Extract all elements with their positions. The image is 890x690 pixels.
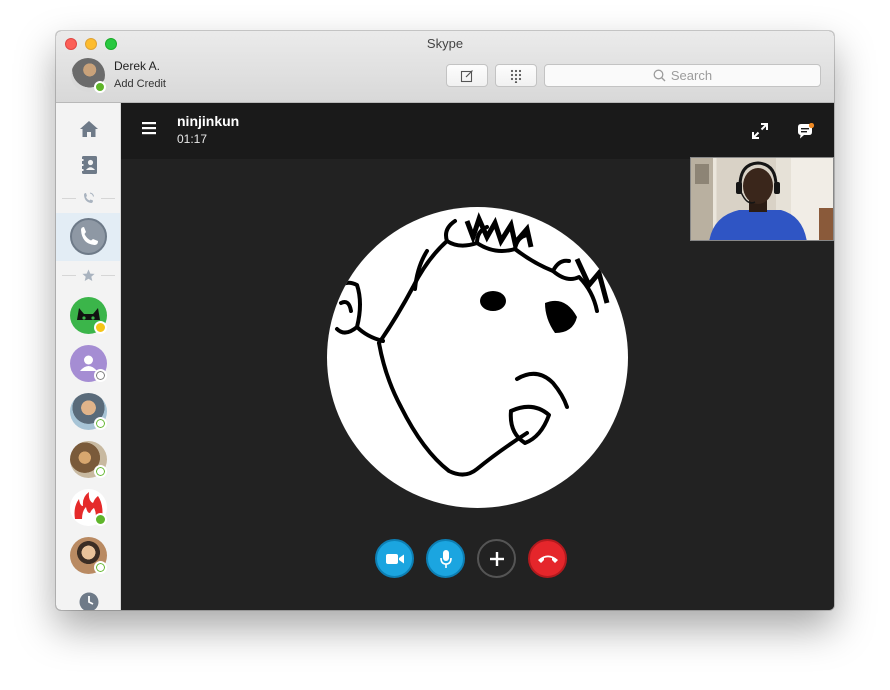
call-header: ninjinkun 01:17 <box>121 103 834 159</box>
menu-button[interactable] <box>141 121 157 135</box>
active-call-icon <box>81 227 98 245</box>
unknown-presence-icon <box>94 369 107 382</box>
compose-icon <box>460 69 473 82</box>
active-call-avatar <box>70 218 107 255</box>
hamburger-menu-icon <box>142 122 156 135</box>
recent-calls-divider <box>62 192 115 204</box>
profile-presence-icon <box>94 81 106 93</box>
dialpad-button[interactable] <box>495 64 537 87</box>
favorites-divider <box>62 269 115 281</box>
recent-calls-icon <box>84 192 94 203</box>
title-bar: Skype Derek A. Add Credit Search <box>56 31 834 103</box>
skype-window: Skype Derek A. Add Credit Search ninjink… <box>56 31 834 610</box>
offline-presence-icon <box>94 417 107 430</box>
microphone-toggle-button[interactable] <box>426 539 465 578</box>
offline-presence-icon <box>94 561 107 574</box>
online-presence-icon <box>94 513 107 526</box>
microphone-icon <box>439 549 452 568</box>
self-video-figure <box>691 158 833 240</box>
search-input[interactable]: Search <box>544 64 821 87</box>
contacts-icon <box>80 156 97 174</box>
history-button[interactable] <box>78 591 100 610</box>
search-placeholder: Search <box>670 68 713 83</box>
callee-sketch-face <box>333 212 610 477</box>
favorites-star-icon <box>82 269 95 281</box>
dialpad-icon <box>510 69 522 83</box>
new-conversation-button[interactable] <box>446 64 488 87</box>
expand-icon <box>752 123 768 139</box>
sidebar <box>56 103 121 610</box>
contacts-button[interactable] <box>78 154 100 176</box>
add-participant-button[interactable] <box>477 539 516 578</box>
active-call-item[interactable] <box>56 213 120 261</box>
history-clock-icon <box>79 592 99 610</box>
call-duration: 01:17 <box>177 132 208 146</box>
end-call-button[interactable] <box>528 539 567 578</box>
search-icon <box>653 69 666 82</box>
home-icon <box>80 121 98 137</box>
plus-icon <box>489 551 504 566</box>
fullscreen-button[interactable] <box>752 123 768 139</box>
video-camera-icon <box>385 553 404 564</box>
away-presence-icon <box>94 321 107 334</box>
callee-avatar <box>327 207 628 508</box>
video-toggle-button[interactable] <box>375 539 414 578</box>
call-chat-button[interactable] <box>797 122 815 140</box>
chat-bubble-icon <box>798 122 815 139</box>
add-credit-link[interactable]: Add Credit <box>114 78 166 90</box>
call-area: ninjinkun 01:17 <box>121 103 834 610</box>
hang-up-icon <box>537 555 558 563</box>
offline-presence-icon <box>94 465 107 478</box>
profile-name[interactable]: Derek A. <box>114 59 160 73</box>
self-video-preview[interactable] <box>690 157 834 241</box>
callee-name: ninjinkun <box>177 113 240 129</box>
home-button[interactable] <box>78 118 100 140</box>
window-title: Skype <box>426 36 464 51</box>
